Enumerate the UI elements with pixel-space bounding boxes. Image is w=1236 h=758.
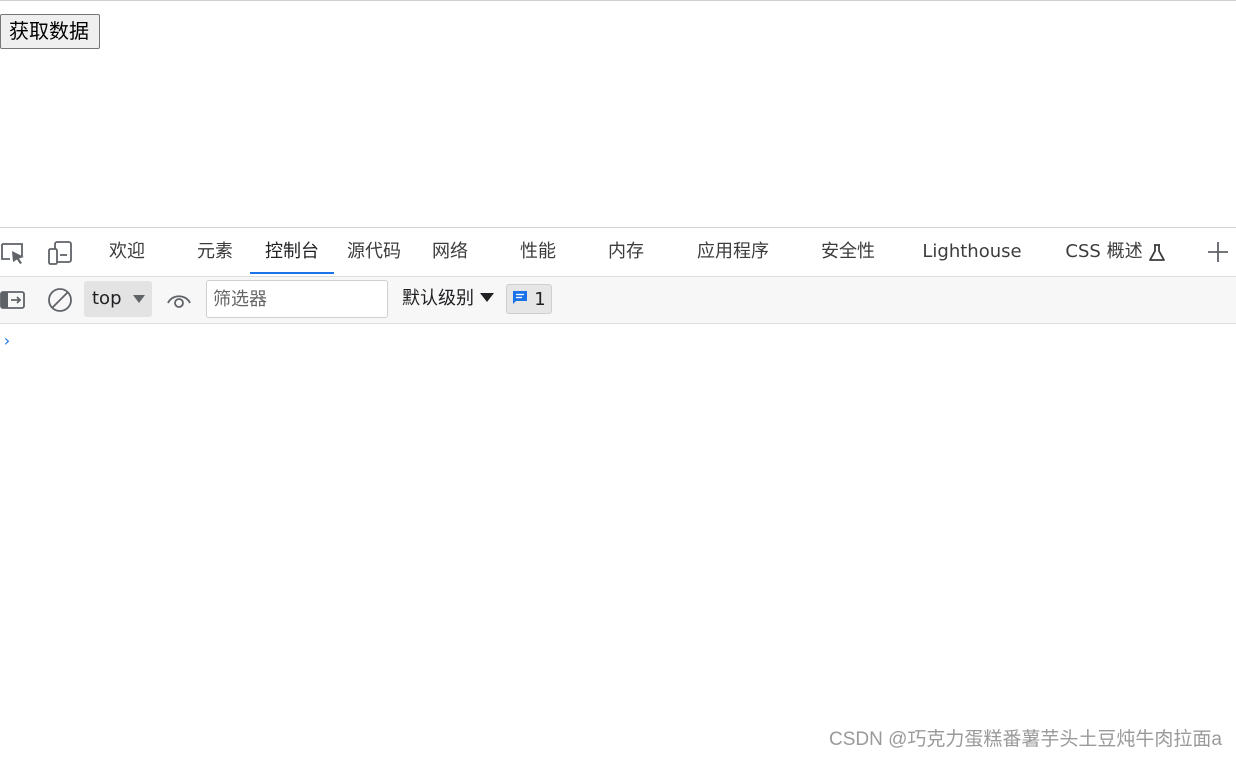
tab-elements[interactable]: 元素: [184, 228, 246, 276]
tab-security[interactable]: 安全性: [812, 228, 884, 276]
fetch-data-button[interactable]: 获取数据: [0, 14, 100, 49]
devtools-panel: 欢迎 元素 控制台 源代码 网络 性能 内存 应用程序 安全性 Lighthou…: [0, 227, 1236, 758]
tab-sources[interactable]: 源代码: [340, 228, 408, 276]
tab-performance[interactable]: 性能: [508, 228, 568, 276]
chevron-down-icon: [133, 295, 145, 303]
tab-memory[interactable]: 内存: [596, 228, 656, 276]
console-prompt[interactable]: ›: [2, 331, 12, 350]
context-selector[interactable]: top: [84, 281, 152, 317]
filter-input[interactable]: [206, 280, 388, 318]
watermark-text: CSDN @巧克力蛋糕番薯芋头土豆炖牛肉拉面a: [829, 729, 1222, 750]
issues-counter-button[interactable]: 1: [506, 284, 552, 314]
eye-icon[interactable]: [166, 287, 192, 313]
message-icon: [512, 289, 528, 310]
tab-lighthouse[interactable]: Lighthouse: [920, 228, 1024, 276]
tab-application[interactable]: 应用程序: [688, 228, 778, 276]
plus-icon[interactable]: [1204, 238, 1232, 266]
page-viewport: 获取数据: [0, 0, 1236, 227]
tab-console[interactable]: 控制台: [250, 228, 334, 276]
console-toolbar: top 默认级别 1: [0, 277, 1236, 324]
flask-icon: [1146, 242, 1168, 264]
caret-down-icon: [480, 293, 494, 302]
console-output[interactable]: ›: [0, 325, 1236, 758]
context-value: top: [92, 288, 122, 309]
log-level-selector[interactable]: 默认级别: [402, 281, 494, 317]
tab-css-overview[interactable]: CSS 概述: [1062, 228, 1146, 276]
sidebar-toggle-icon[interactable]: [0, 287, 26, 313]
log-level-label: 默认级别: [402, 288, 474, 309]
device-toolbar-icon[interactable]: [47, 240, 73, 266]
clear-console-icon[interactable]: [47, 287, 73, 313]
issues-count: 1: [534, 288, 546, 310]
inspect-element-icon[interactable]: [0, 240, 26, 266]
devtools-tab-bar: 欢迎 元素 控制台 源代码 网络 性能 内存 应用程序 安全性 Lighthou…: [0, 228, 1236, 277]
tab-welcome[interactable]: 欢迎: [96, 228, 158, 276]
tab-network[interactable]: 网络: [422, 228, 478, 276]
